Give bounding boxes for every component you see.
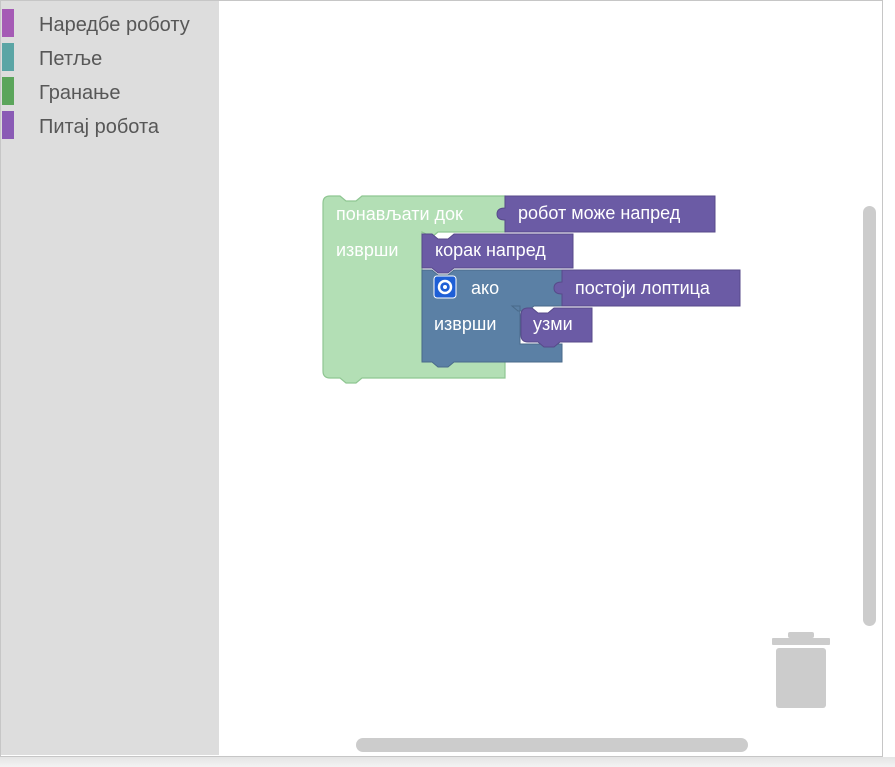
category-robot-commands[interactable]: Наредбе роботу xyxy=(1,5,219,37)
step-forward-block[interactable]: корак напред xyxy=(421,233,574,274)
category-loops[interactable]: Петље xyxy=(1,39,219,71)
ball-exists-label: постоји лоптица xyxy=(575,278,711,298)
if-label: ако xyxy=(471,278,499,298)
repeat-while-label: понављати док xyxy=(336,204,463,224)
robot-can-move-forward-label: робот може напред xyxy=(518,203,681,223)
category-ask-robot[interactable]: Питај робота xyxy=(1,107,219,139)
step-forward-label: корак напред xyxy=(435,240,546,260)
category-label: Питај робота xyxy=(39,116,160,138)
ball-exists-block[interactable]: постоји лоптица xyxy=(553,269,741,307)
robot-can-move-forward-block[interactable]: робот може напред xyxy=(496,195,716,233)
category-color-swatch xyxy=(2,9,14,37)
if-do-label: изврши xyxy=(434,314,496,334)
repeat-do-label: изврши xyxy=(336,240,398,260)
category-label: Гранање xyxy=(39,82,121,104)
category-label: Петље xyxy=(39,48,103,70)
trash-body xyxy=(776,648,826,708)
vertical-scrollbar[interactable] xyxy=(863,206,876,626)
category-branching[interactable]: Гранање xyxy=(1,73,219,105)
category-label: Наредбе роботу xyxy=(39,14,190,36)
category-color-swatch xyxy=(2,111,14,139)
bottom-edge xyxy=(0,757,895,767)
trash-lid-handle xyxy=(788,632,814,638)
gear-icon-center xyxy=(443,285,447,289)
toolbox: Наредбе роботу Петље Гранање Питај робот… xyxy=(1,1,219,755)
category-color-swatch xyxy=(2,77,14,105)
take-block[interactable]: узми xyxy=(520,307,593,348)
category-color-swatch xyxy=(2,43,14,71)
take-label: узми xyxy=(533,314,573,334)
horizontal-scrollbar[interactable] xyxy=(356,738,748,752)
trash-icon[interactable] xyxy=(770,632,832,710)
trash-lid xyxy=(772,638,830,645)
